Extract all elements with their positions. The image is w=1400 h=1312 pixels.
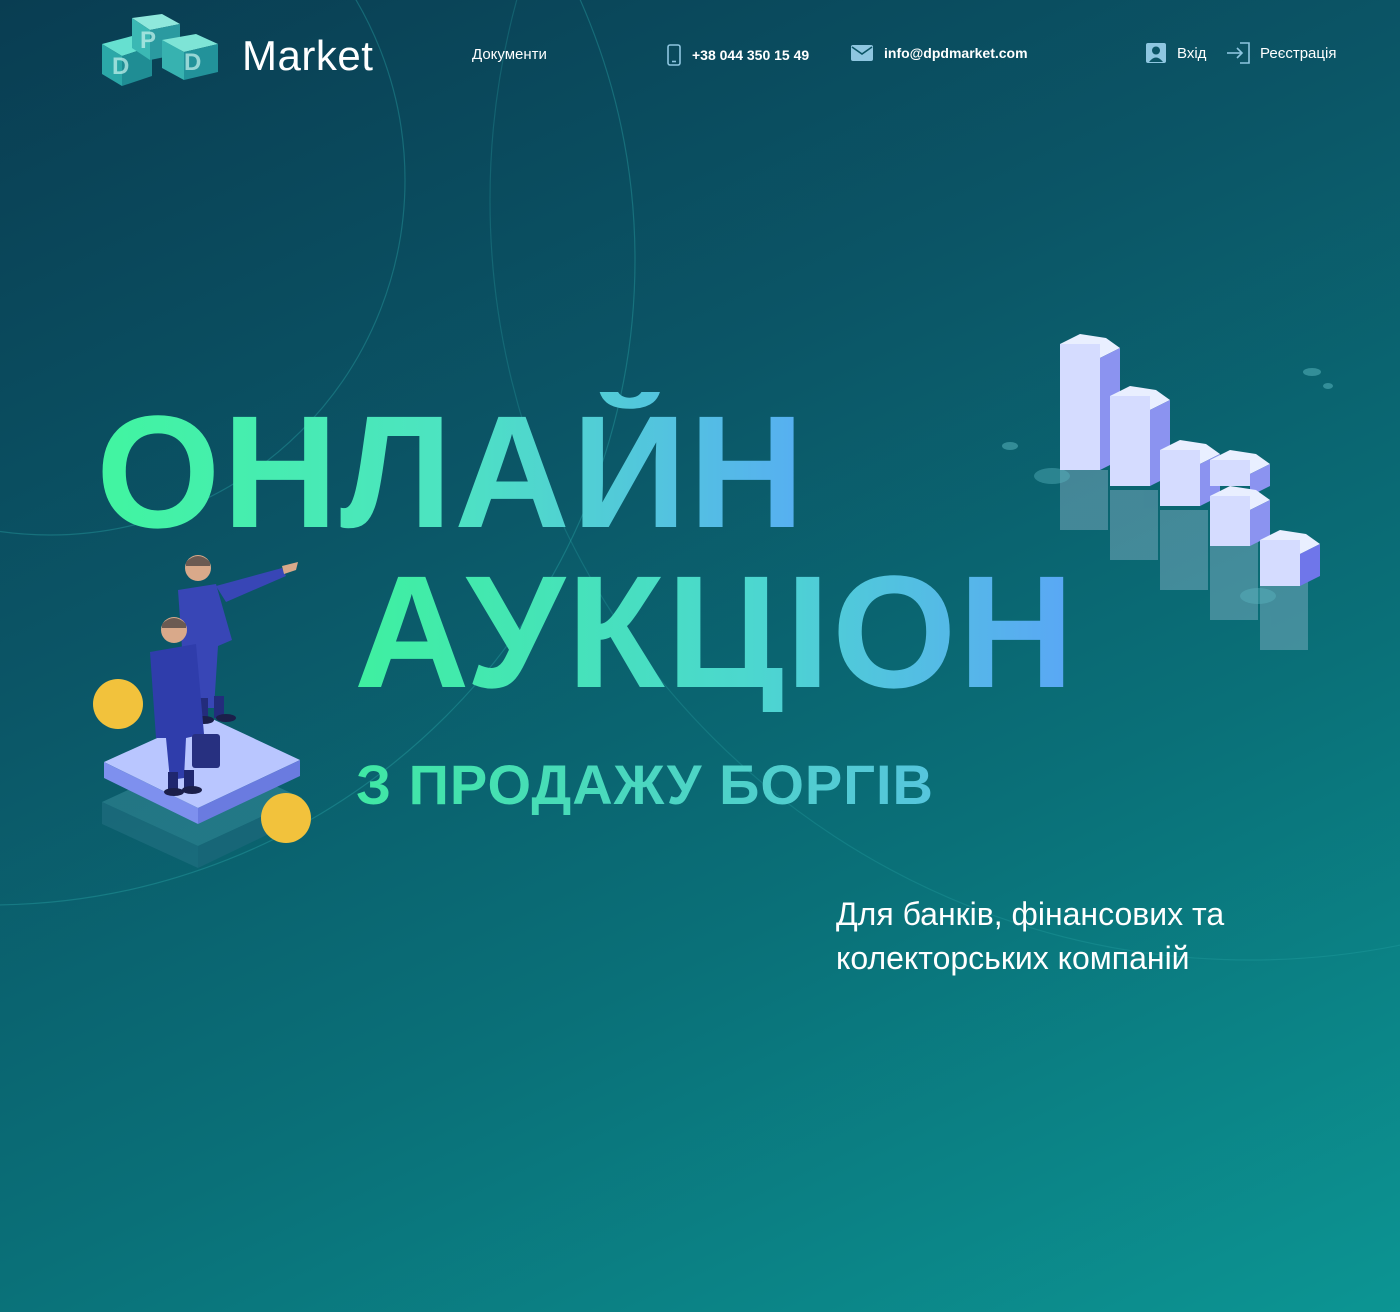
register-label: Реєстрація [1260,44,1337,62]
logo[interactable]: D P D Market [92,14,392,98]
phone-number: +38 044 350 15 49 [692,47,810,63]
logo-text: Market [242,32,374,79]
login-label: Вхід [1177,44,1207,62]
bar-graph-illustration [1002,334,1333,650]
phone-contact[interactable]: +38 044 350 15 49 [666,44,809,66]
email-contact[interactable]: info@dpdmarket.com [850,44,1028,62]
email-address: info@dpdmarket.com [884,45,1028,61]
svg-text:D: D [112,53,129,80]
phone-icon [667,44,681,66]
hero-title-line2: АУКЦІОН [354,542,1076,721]
login-button[interactable]: Вхід [1145,42,1206,64]
nav-documents-link[interactable]: Документи [472,46,547,63]
svg-text:P: P [140,27,156,54]
user-icon [1146,43,1166,63]
svg-text:D: D [184,49,201,76]
hero-title-line1: ОНЛАЙН [96,382,807,561]
dpd-logo-icon: D P D [102,14,218,86]
hero-description-line1: Для банків, фінансових та [836,896,1225,932]
sign-in-icon [1227,42,1250,64]
businessmen-illustration [93,555,311,868]
hero-description-line2: колекторських компаній [836,940,1190,976]
hero-subtitle: З ПРОДАЖУ БОРГІВ [356,753,934,816]
hero-description: Для банків, фінансових та колекторських … [836,892,1356,980]
register-button[interactable]: Реєстрація [1226,42,1336,64]
envelope-icon [851,45,873,61]
